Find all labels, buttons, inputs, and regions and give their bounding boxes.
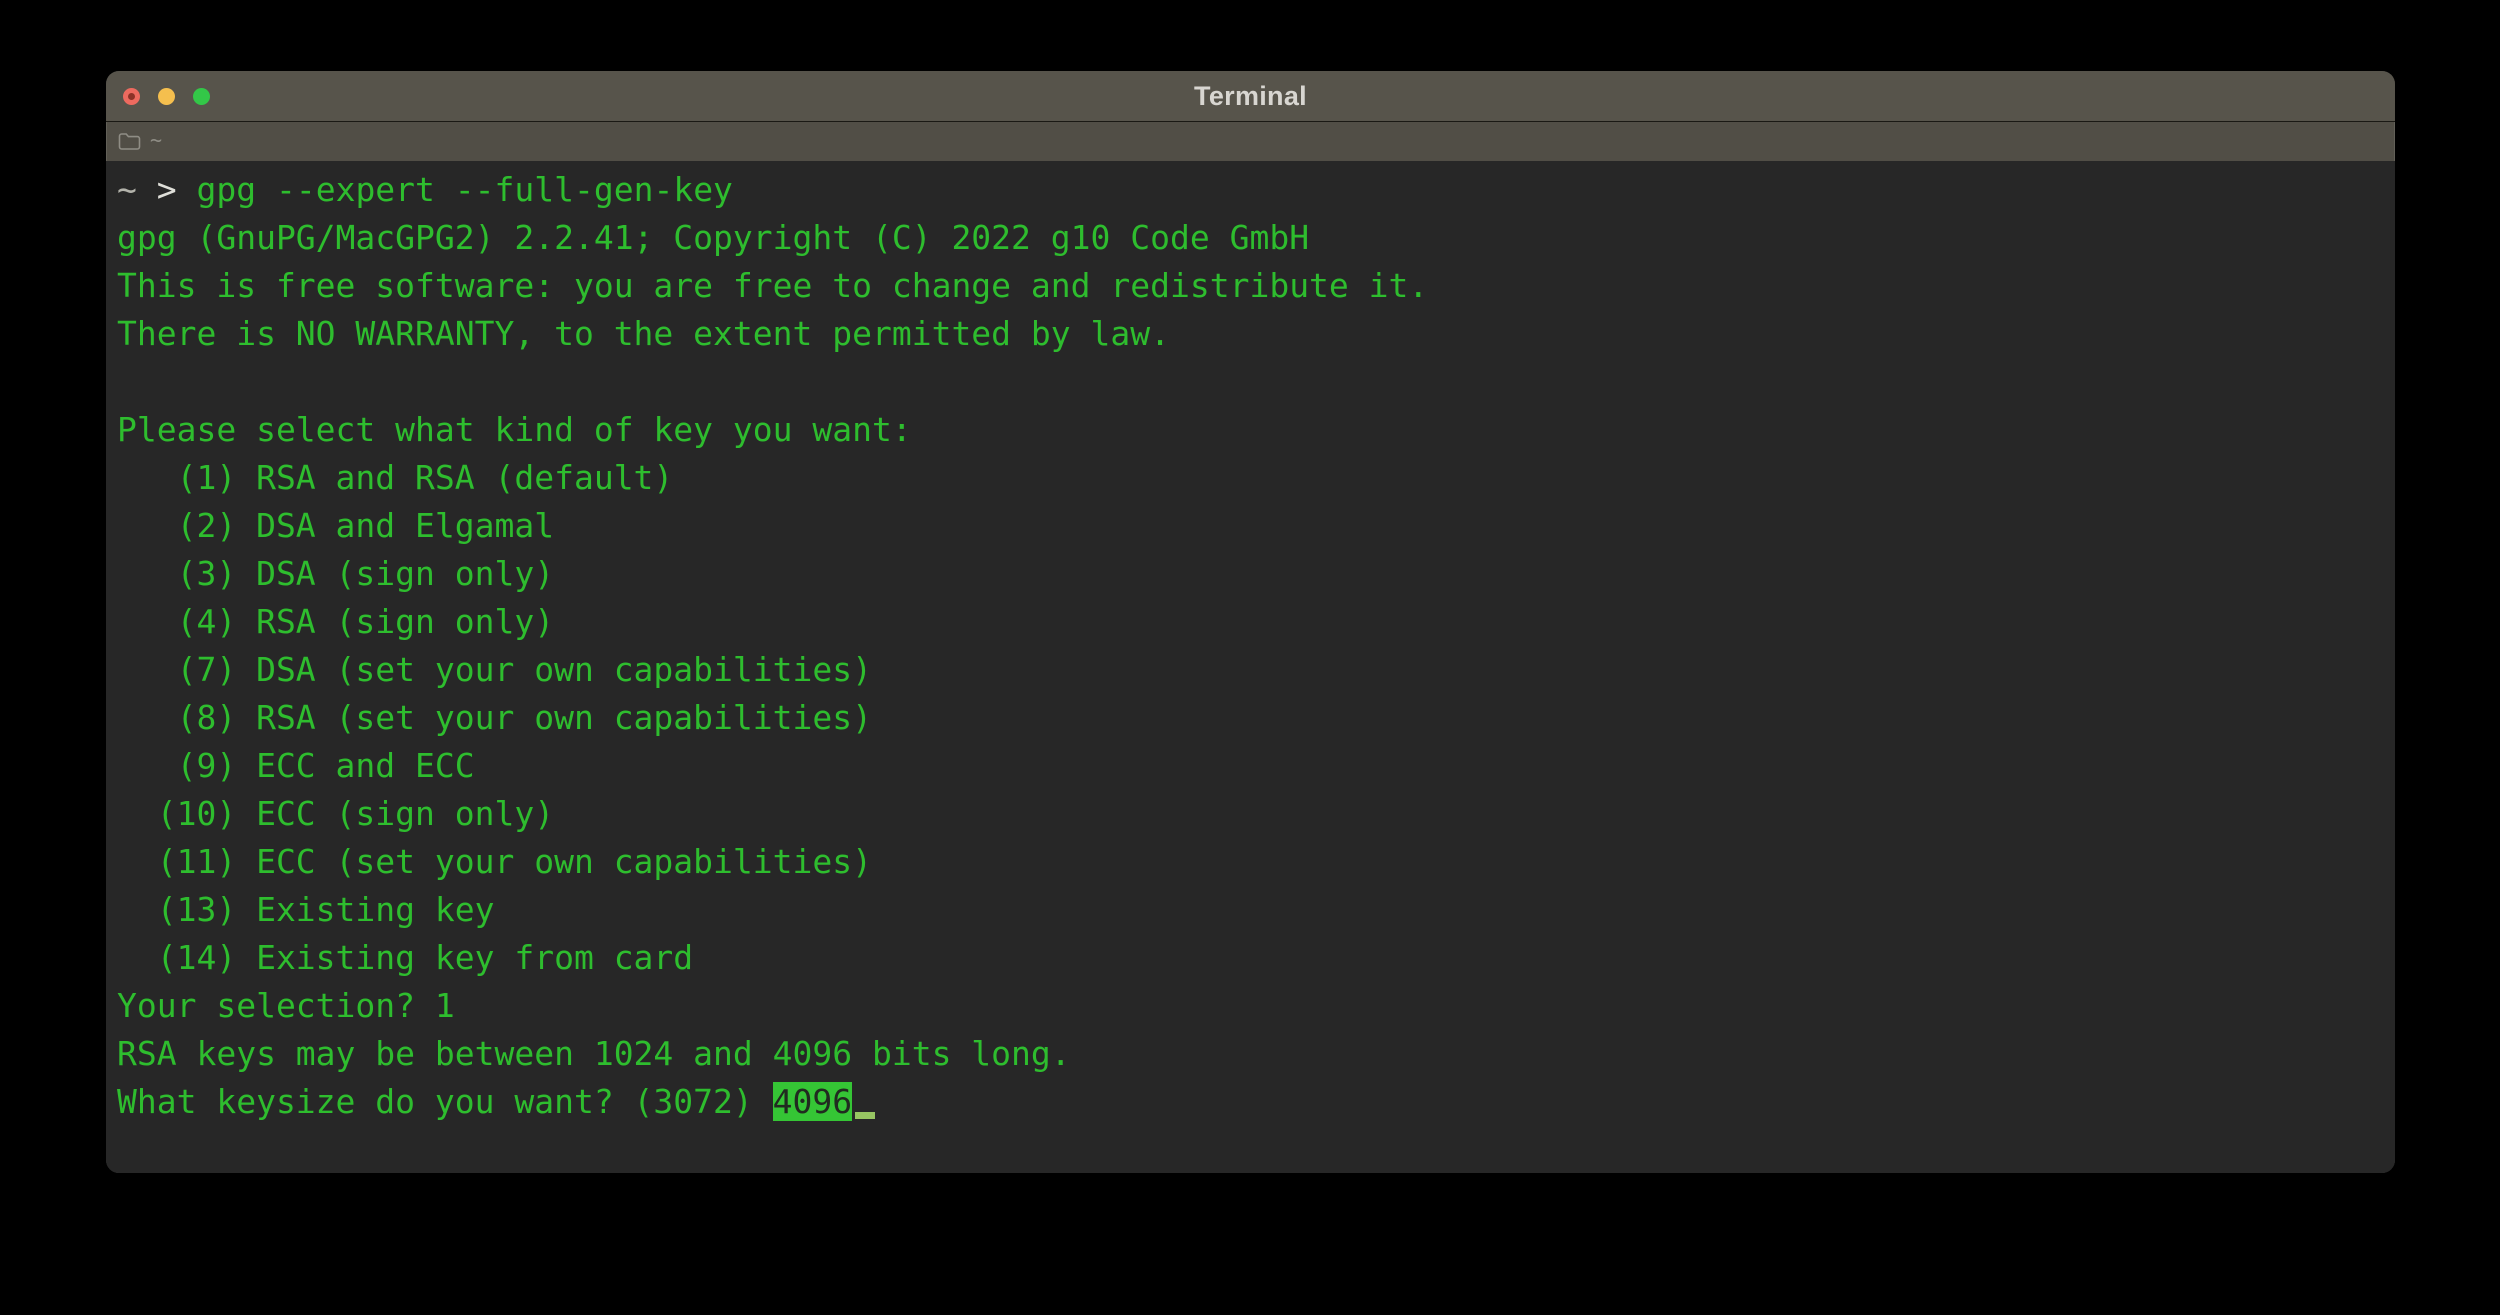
terminal-text-segment: Please select what kind of key you want: — [117, 410, 912, 449]
window-title: Terminal — [1194, 81, 1307, 112]
terminal-text-segment: > — [157, 170, 197, 209]
terminal-window: Terminal ~ ~ > gpg --expert --full-gen-k… — [106, 71, 2395, 1173]
terminal-text-segment: ~ — [117, 170, 157, 209]
terminal-line: (7) DSA (set your own capabilities) — [117, 646, 2385, 694]
selected-input-text: 4096 — [773, 1082, 852, 1121]
terminal-text-segment: (9) ECC and ECC — [117, 746, 475, 785]
terminal-text-segment: This is free software: you are free to c… — [117, 266, 1428, 305]
terminal-line: (3) DSA (sign only) — [117, 550, 2385, 598]
terminal-line: (9) ECC and ECC — [117, 742, 2385, 790]
terminal-text-segment: (7) DSA (set your own capabilities) — [117, 650, 872, 689]
terminal-line: ~ > gpg --expert --full-gen-key — [117, 166, 2385, 214]
terminal-line — [117, 358, 2385, 406]
title-bar[interactable]: Terminal — [106, 71, 2395, 122]
tab-bar[interactable]: ~ — [106, 122, 2395, 161]
terminal-line: gpg (GnuPG/MacGPG2) 2.2.41; Copyright (C… — [117, 214, 2385, 262]
terminal-line: Please select what kind of key you want: — [117, 406, 2385, 454]
terminal-line: (14) Existing key from card — [117, 934, 2385, 982]
terminal-line: Your selection? 1 — [117, 982, 2385, 1030]
terminal-line: (10) ECC (sign only) — [117, 790, 2385, 838]
close-button[interactable] — [123, 88, 140, 105]
terminal-text-segment: (11) ECC (set your own capabilities) — [117, 842, 872, 881]
terminal-output[interactable]: ~ > gpg --expert --full-gen-key gpg (GnuP… — [106, 161, 2395, 1173]
terminal-text-segment: gpg --expert --full-gen-key — [197, 170, 733, 209]
terminal-line: (13) Existing key — [117, 886, 2385, 934]
terminal-text-segment: (13) Existing key — [117, 890, 495, 929]
terminal-line: (1) RSA and RSA (default) — [117, 454, 2385, 502]
terminal-text-segment: gpg (GnuPG/MacGPG2) 2.2.41; Copyright (C… — [117, 218, 1309, 257]
terminal-line: (11) ECC (set your own capabilities) — [117, 838, 2385, 886]
terminal-text-segment: (14) Existing key from card — [117, 938, 693, 977]
terminal-line: (8) RSA (set your own capabilities) — [117, 694, 2385, 742]
tab-path: ~ — [150, 130, 162, 153]
terminal-text-segment: Your selection? 1 — [117, 986, 455, 1025]
terminal-line: (2) DSA and Elgamal — [117, 502, 2385, 550]
terminal-text-segment: (8) RSA (set your own capabilities) — [117, 698, 872, 737]
terminal-line: RSA keys may be between 1024 and 4096 bi… — [117, 1030, 2385, 1078]
terminal-text-segment: What keysize do you want? (3072) — [117, 1082, 773, 1121]
terminal-line: What keysize do you want? (3072) 4096 — [117, 1078, 2385, 1126]
traffic-lights — [123, 71, 210, 121]
minimize-button[interactable] — [158, 88, 175, 105]
terminal-line: This is free software: you are free to c… — [117, 262, 2385, 310]
terminal-text-segment: (4) RSA (sign only) — [117, 602, 554, 641]
terminal-text-segment: (2) DSA and Elgamal — [117, 506, 554, 545]
zoom-button[interactable] — [193, 88, 210, 105]
terminal-line: There is NO WARRANTY, to the extent perm… — [117, 310, 2385, 358]
terminal-text-segment: RSA keys may be between 1024 and 4096 bi… — [117, 1034, 1071, 1073]
terminal-text-segment: (1) RSA and RSA (default) — [117, 458, 673, 497]
terminal-text-segment: (3) DSA (sign only) — [117, 554, 554, 593]
folder-icon — [118, 132, 141, 151]
terminal-text-segment: There is NO WARRANTY, to the extent perm… — [117, 314, 1170, 353]
unsaved-changes-dot — [128, 93, 135, 100]
terminal-line: (4) RSA (sign only) — [117, 598, 2385, 646]
text-cursor — [855, 1112, 875, 1119]
terminal-text-segment: (10) ECC (sign only) — [117, 794, 554, 833]
